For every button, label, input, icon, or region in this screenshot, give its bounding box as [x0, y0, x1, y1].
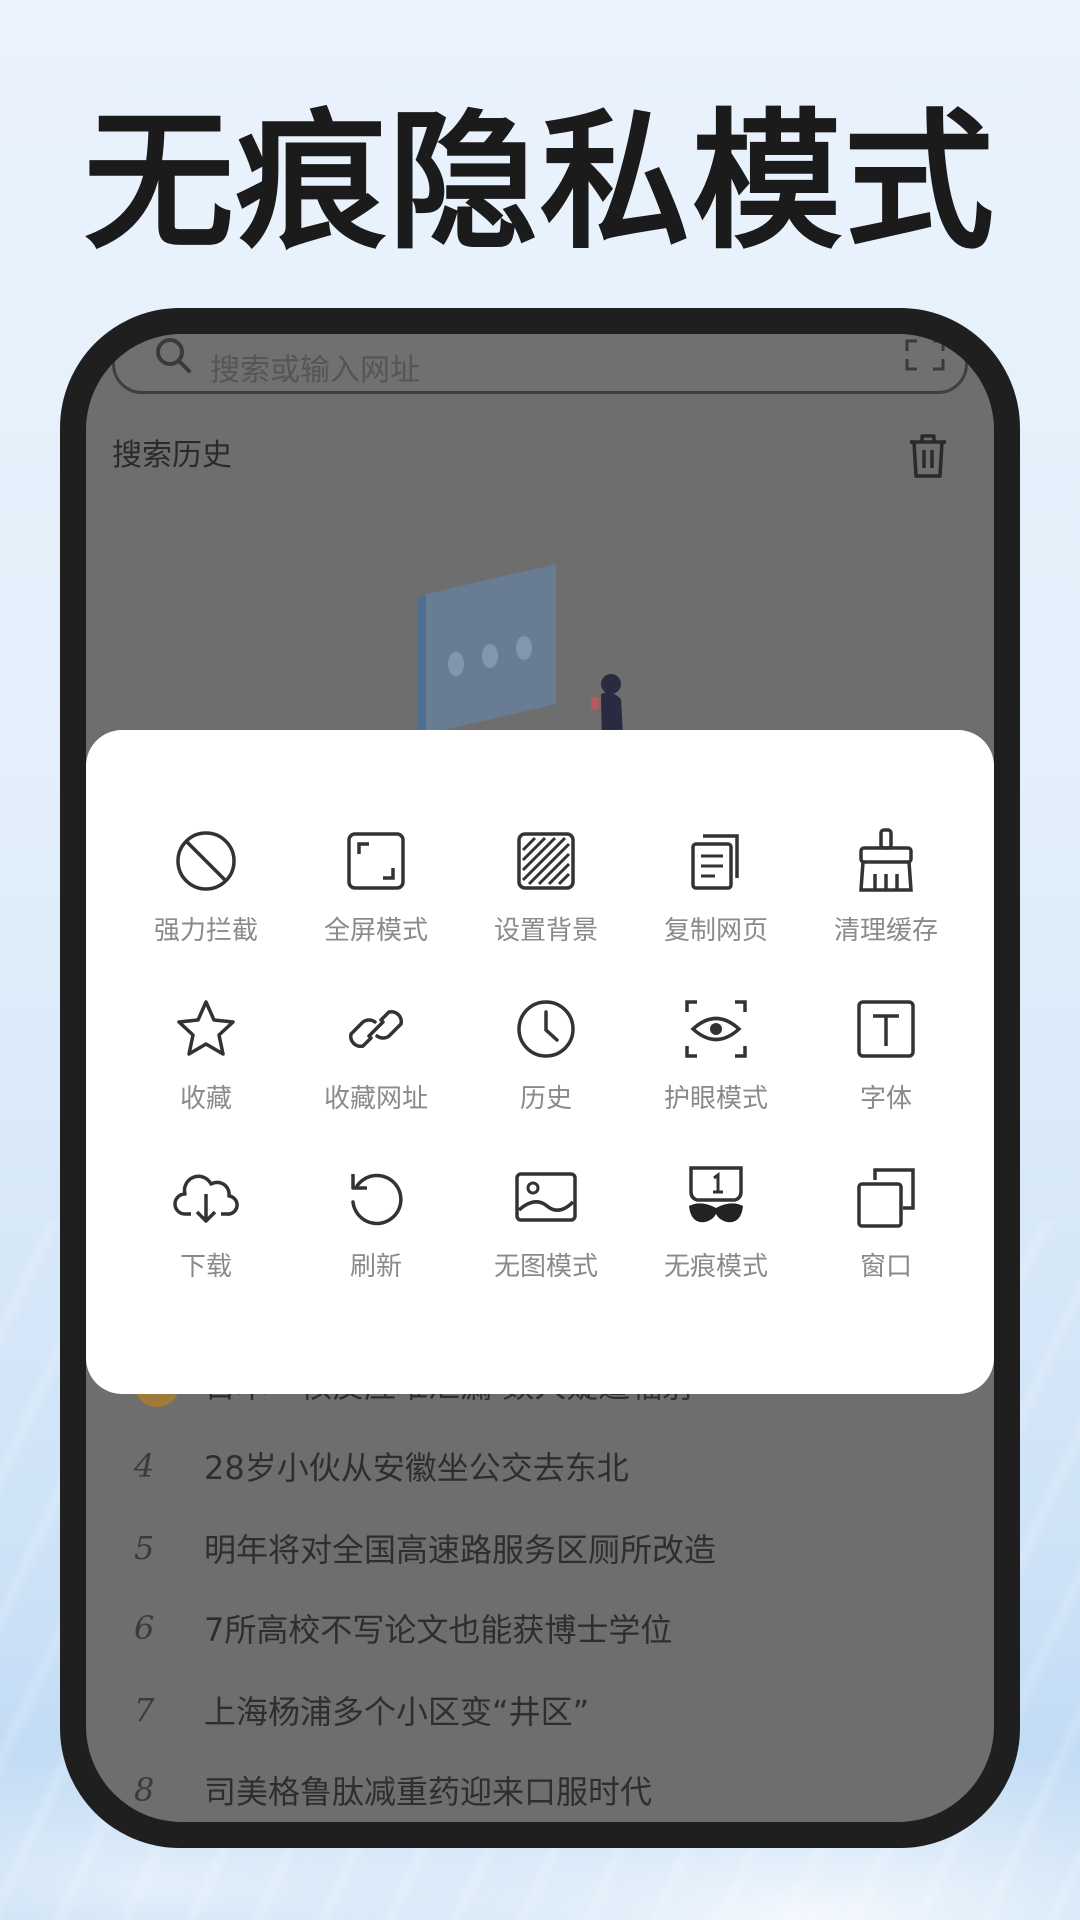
menu-item-bookmark[interactable]: 收藏: [121, 994, 291, 1115]
news-rank: 6: [134, 1609, 155, 1647]
menu-item-history[interactable]: 历史: [461, 994, 631, 1115]
news-title: 上海杨浦多个小区变“井区”: [204, 1693, 590, 1731]
scan-icon[interactable]: [905, 339, 945, 371]
news-rank: 8: [134, 1771, 155, 1809]
download-cloud-icon: [173, 1174, 239, 1223]
menu-item-fullscreen[interactable]: 全屏模式: [291, 826, 461, 947]
news-rank: 7: [134, 1691, 155, 1729]
search-placeholder: 搜索或输入网址: [210, 353, 420, 388]
clock-icon: [517, 1000, 575, 1058]
empty-history-illustration: [418, 564, 624, 754]
broom-icon: [859, 828, 913, 892]
news-rank: 5: [134, 1529, 155, 1567]
background-icon: [517, 832, 575, 890]
news-title: 明年将对全国高速路服务区厕所改造: [204, 1531, 717, 1569]
search-bar[interactable]: 搜索或输入网址: [112, 334, 968, 394]
phone-screen: 搜索或输入网址 搜索历史 3 日本一核反应堆泄漏 数人疑遭辐射 4 28岁小伙从…: [86, 334, 994, 1822]
menu-item-eye-care[interactable]: 护眼模式: [631, 994, 801, 1115]
menu-item-copy-page[interactable]: 复制网页: [631, 826, 801, 947]
news-item[interactable]: 7 上海杨浦多个小区变“井区”: [134, 1680, 589, 1740]
search-history-title: 搜索历史: [112, 438, 232, 473]
news-rank: 4: [134, 1447, 155, 1485]
menu-item-no-image[interactable]: 无图模式: [461, 1162, 631, 1283]
tools-menu-panel: 强力拦截 全屏模式 设置背景 复制网页 清理缓存 收藏 收藏网址 历史 护眼模式…: [86, 730, 994, 1394]
headline: 无痕隐私模式: [83, 96, 996, 270]
windows-icon: [857, 1168, 915, 1228]
news-title: 28岁小伙从安徽坐公交去东北: [204, 1449, 629, 1487]
news-item[interactable]: 6 7所高校不写论文也能获博士学位: [134, 1598, 672, 1658]
star-icon: [177, 1000, 235, 1056]
news-item[interactable]: 4 28岁小伙从安徽坐公交去东北: [134, 1436, 629, 1496]
font-icon: [857, 1000, 915, 1058]
search-icon: [156, 338, 191, 373]
eye-icon: [685, 1000, 747, 1058]
block-icon: [176, 831, 236, 891]
menu-item-windows[interactable]: 窗口: [801, 1162, 971, 1283]
menu-item-font[interactable]: 字体: [801, 994, 971, 1115]
menu-item-refresh[interactable]: 刷新: [291, 1162, 461, 1283]
menu-item-clear-cache[interactable]: 清理缓存: [801, 826, 971, 947]
image-icon: [515, 1172, 577, 1222]
fullscreen-icon: [347, 832, 405, 890]
menu-item-download[interactable]: 下载: [121, 1162, 291, 1283]
menu-item-background[interactable]: 设置背景: [461, 826, 631, 947]
incognito-icon: [689, 1166, 743, 1223]
copy-page-icon: [691, 834, 739, 890]
menu-item-incognito[interactable]: 无痕模式: [631, 1162, 801, 1283]
news-item[interactable]: 5 明年将对全国高速路服务区厕所改造: [134, 1518, 716, 1578]
refresh-icon: [351, 1173, 403, 1226]
news-title: 7所高校不写论文也能获博士学位: [204, 1611, 673, 1649]
news-title: 司美格鲁肽减重药迎来口服时代: [204, 1773, 653, 1811]
news-item[interactable]: 8 司美格鲁肽减重药迎来口服时代: [134, 1760, 652, 1820]
menu-item-block[interactable]: 强力拦截: [121, 826, 291, 947]
menu-item-save-url[interactable]: 收藏网址: [291, 994, 461, 1115]
trash-icon[interactable]: [906, 432, 950, 480]
link-icon: [349, 1010, 403, 1048]
